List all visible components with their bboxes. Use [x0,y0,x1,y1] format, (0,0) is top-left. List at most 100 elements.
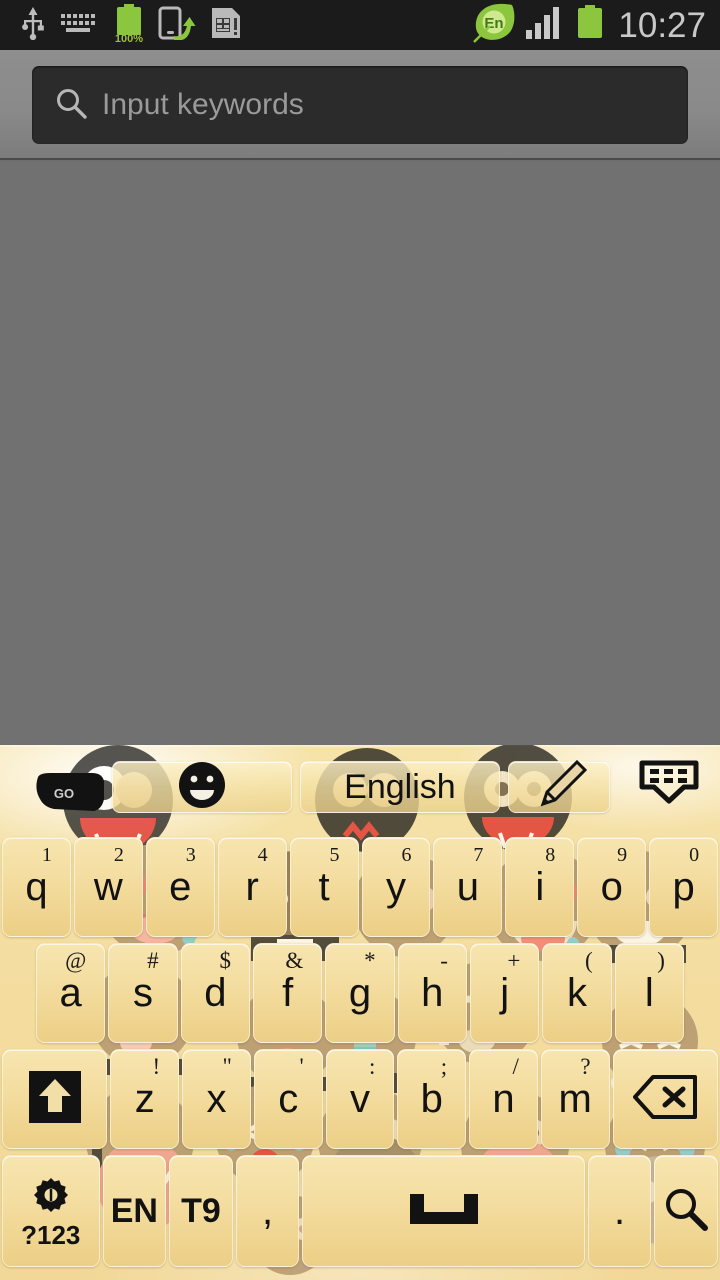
search-header: Input keywords [0,50,720,160]
key-z[interactable]: ! z [110,1049,180,1149]
language-toggle-key[interactable]: EN [102,1155,167,1267]
qwerty-row: 1q 2w 3e 4r 5t 6y 7u 8i 9o 0p [0,837,720,937]
key-u-sup: 7 [473,844,484,866]
key-q-label: q [25,865,48,909]
language-button[interactable]: English [299,761,500,813]
key-k[interactable]: (k [542,943,612,1043]
zxcv-row: ! z " x ' c :v ; b / n ? m [0,1049,720,1149]
key-o-sup: 9 [617,844,628,866]
key-i[interactable]: 8i [505,837,575,937]
key-d[interactable]: $ d [180,943,250,1043]
t9-key[interactable]: T9 [169,1155,233,1267]
key-q-sup: 1 [41,844,52,866]
key-c-sup: ' [299,1054,304,1079]
key-x[interactable]: " x [182,1049,251,1149]
key-c[interactable]: ' c [253,1049,323,1149]
comma-key[interactable]: , [235,1155,300,1267]
key-s[interactable]: # s [108,943,178,1043]
keyboard-icon [60,11,100,40]
key-a[interactable]: @ a [36,943,106,1043]
key-l-label: l [644,971,654,1015]
key-o[interactable]: 9o [577,837,647,937]
pencil-icon [531,759,588,815]
symbols-key[interactable]: ?123 [2,1155,100,1267]
key-g[interactable]: * g [325,943,395,1043]
search-input[interactable]: Input keywords [32,66,688,144]
key-o-label: o [600,865,623,909]
key-h-label: h [421,971,444,1015]
battery-percent-label: 100% [114,32,144,45]
key-j[interactable]: + j [469,943,540,1043]
key-h-sup: - [440,948,448,973]
period-key[interactable]: . [587,1155,652,1267]
sim-card-icon [210,6,244,45]
keyboard-toolbar: English [0,759,720,816]
key-m[interactable]: ? m [540,1049,610,1149]
key-w[interactable]: 2w [73,837,143,937]
key-y[interactable]: 6y [361,837,431,937]
key-a-sup: @ [65,948,87,973]
key-h[interactable]: -h [397,943,467,1043]
backspace-key[interactable] [612,1049,719,1149]
key-s-sup: # [147,948,159,973]
usb-icon [20,6,46,45]
key-t-label: t [318,865,330,909]
key-q[interactable]: 1q [2,837,71,937]
key-x-label: x [206,1077,227,1121]
key-v[interactable]: :v [325,1049,395,1149]
asdf-row: @ a # s $ d & f * g -h + j (k ) l [0,943,720,1043]
key-j-sup: + [507,948,521,973]
status-bar-left-icons: 100% [0,3,244,47]
battery-icon [576,4,604,46]
key-f-label: f [282,971,294,1015]
hide-keyboard-button[interactable] [626,759,712,816]
key-w-label: w [93,865,123,909]
key-y-sup: 6 [401,844,412,866]
language-toggle-label: EN [110,1192,158,1230]
key-g-sup: * [364,948,376,973]
status-bar: 100% En 10:27 [0,0,720,50]
key-l[interactable]: ) l [614,943,684,1043]
space-key[interactable] [302,1155,585,1267]
key-p-label: p [672,865,695,909]
clock-label: 10:27 [618,5,706,45]
handwriting-button[interactable] [507,759,610,815]
search-icon [54,86,88,125]
key-l-sup: ) [657,948,665,973]
emoji-button[interactable] [112,761,292,813]
key-e[interactable]: 3e [145,837,215,937]
key-n[interactable]: / n [469,1049,538,1149]
key-w-sup: 2 [113,844,124,866]
key-p-sup: 0 [689,844,700,866]
key-p[interactable]: 0p [649,837,719,937]
key-a-label: a [59,971,82,1015]
key-i-sup: 8 [545,844,556,866]
key-b-sup: ; [440,1054,448,1079]
key-v-sup: : [368,1054,376,1079]
key-d-sup: $ [219,948,231,973]
keyboard-down-icon [638,759,700,816]
content-area [0,162,720,745]
symbols-key-label: ?123 [21,1219,81,1250]
key-b[interactable]: ; b [397,1049,467,1149]
shift-key[interactable] [2,1049,108,1149]
period-key-label: . [614,1189,626,1233]
key-r[interactable]: 4r [217,837,287,937]
go-keyboard: GO English 1 q 2 w 3 e 4 r 5 t 6 y 7 u 8… [0,745,720,1280]
key-t[interactable]: 5t [289,837,359,937]
key-k-label: k [566,971,587,1015]
key-m-sup: ? [580,1054,591,1079]
key-x-sup: " [222,1054,232,1079]
language-button-label: English [344,767,456,806]
bottom-row: ?123 EN T9 , . [0,1155,720,1267]
search-key[interactable] [654,1155,719,1267]
key-n-sup: / [512,1054,519,1079]
key-g-label: g [348,971,372,1015]
key-b-label: b [420,1077,443,1121]
smiley-face-icon [174,757,230,818]
key-i-label: i [535,865,545,909]
search-icon [661,1184,711,1239]
status-bar-right-icons: En 10:27 [472,2,720,49]
key-u[interactable]: 7u [433,837,503,937]
key-f[interactable]: & f [252,943,323,1043]
